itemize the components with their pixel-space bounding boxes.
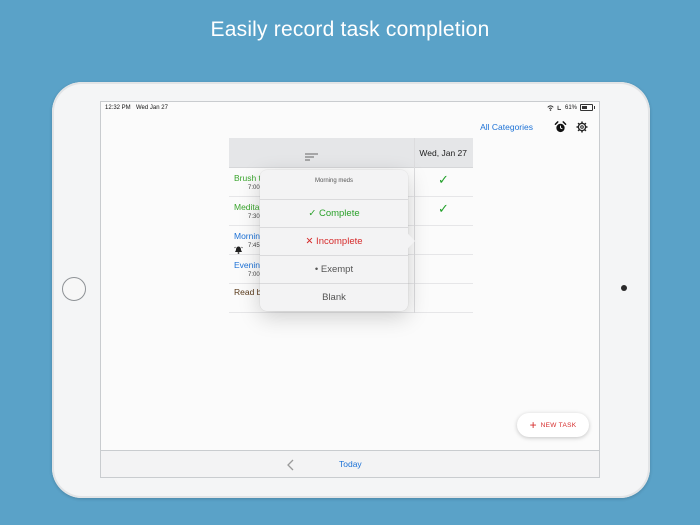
exempt-option[interactable]: • Exempt: [260, 255, 408, 283]
status-bar: 12:32 PM Wed Jan 27 61%: [101, 102, 599, 115]
new-task-button[interactable]: + NEW TASK: [517, 413, 589, 437]
battery-icon: [580, 104, 595, 111]
task-name: Evenin: [234, 260, 260, 270]
status-right: 61%: [547, 104, 595, 111]
task-name: Brush t: [234, 173, 261, 183]
complete-check-icon[interactable]: ✓: [438, 172, 449, 188]
complete-check-icon[interactable]: ✓: [438, 201, 449, 217]
task-time: 7:45: [248, 243, 260, 249]
incomplete-option[interactable]: ✕ Incomplete: [260, 227, 408, 255]
today-button[interactable]: Today: [339, 459, 362, 469]
popover-title: Morning meds: [314, 178, 353, 184]
alarm-clock-icon[interactable]: [553, 120, 567, 134]
gear-icon[interactable]: [575, 120, 589, 134]
wifi-icon: [547, 104, 554, 111]
blank-option[interactable]: Blank: [260, 283, 408, 311]
bottom-toolbar: Today: [101, 450, 599, 477]
top-navigation: All Categories: [480, 120, 589, 134]
promo-headline: Easily record task completion: [210, 18, 490, 41]
task-name: Read b: [234, 287, 262, 297]
task-name: Mornin: [234, 231, 260, 241]
app-screen: 12:32 PM Wed Jan 27 61% All Categories W…: [100, 101, 600, 478]
plus-icon: +: [529, 418, 537, 432]
grid-header: Wed, Jan 27: [229, 138, 473, 168]
status-popover: Morning meds ✓ Complete ✕ Incomplete • E…: [260, 170, 408, 311]
status-time: 12:32 PM: [105, 105, 131, 111]
complete-option[interactable]: ✓ Complete: [260, 199, 408, 227]
sort-lines-icon[interactable]: [305, 148, 318, 166]
column-divider: [414, 138, 415, 313]
battery-percent: 61%: [564, 104, 577, 111]
new-task-label: NEW TASK: [540, 421, 577, 429]
battery-fill: [582, 106, 588, 109]
chevron-left-icon[interactable]: [287, 458, 294, 476]
front-camera: [621, 285, 627, 291]
all-categories-button[interactable]: All Categories: [480, 122, 533, 132]
task-time: 7:30: [248, 214, 260, 220]
status-date: Wed Jan 27: [136, 105, 168, 111]
home-button[interactable]: [62, 277, 86, 301]
orientation-lock-icon: [557, 105, 561, 110]
task-time: 7:00: [248, 185, 260, 191]
date-column-header[interactable]: Wed, Jan 27: [419, 148, 467, 158]
task-time: 7:00: [248, 272, 260, 278]
task-name: Medita: [234, 202, 260, 212]
